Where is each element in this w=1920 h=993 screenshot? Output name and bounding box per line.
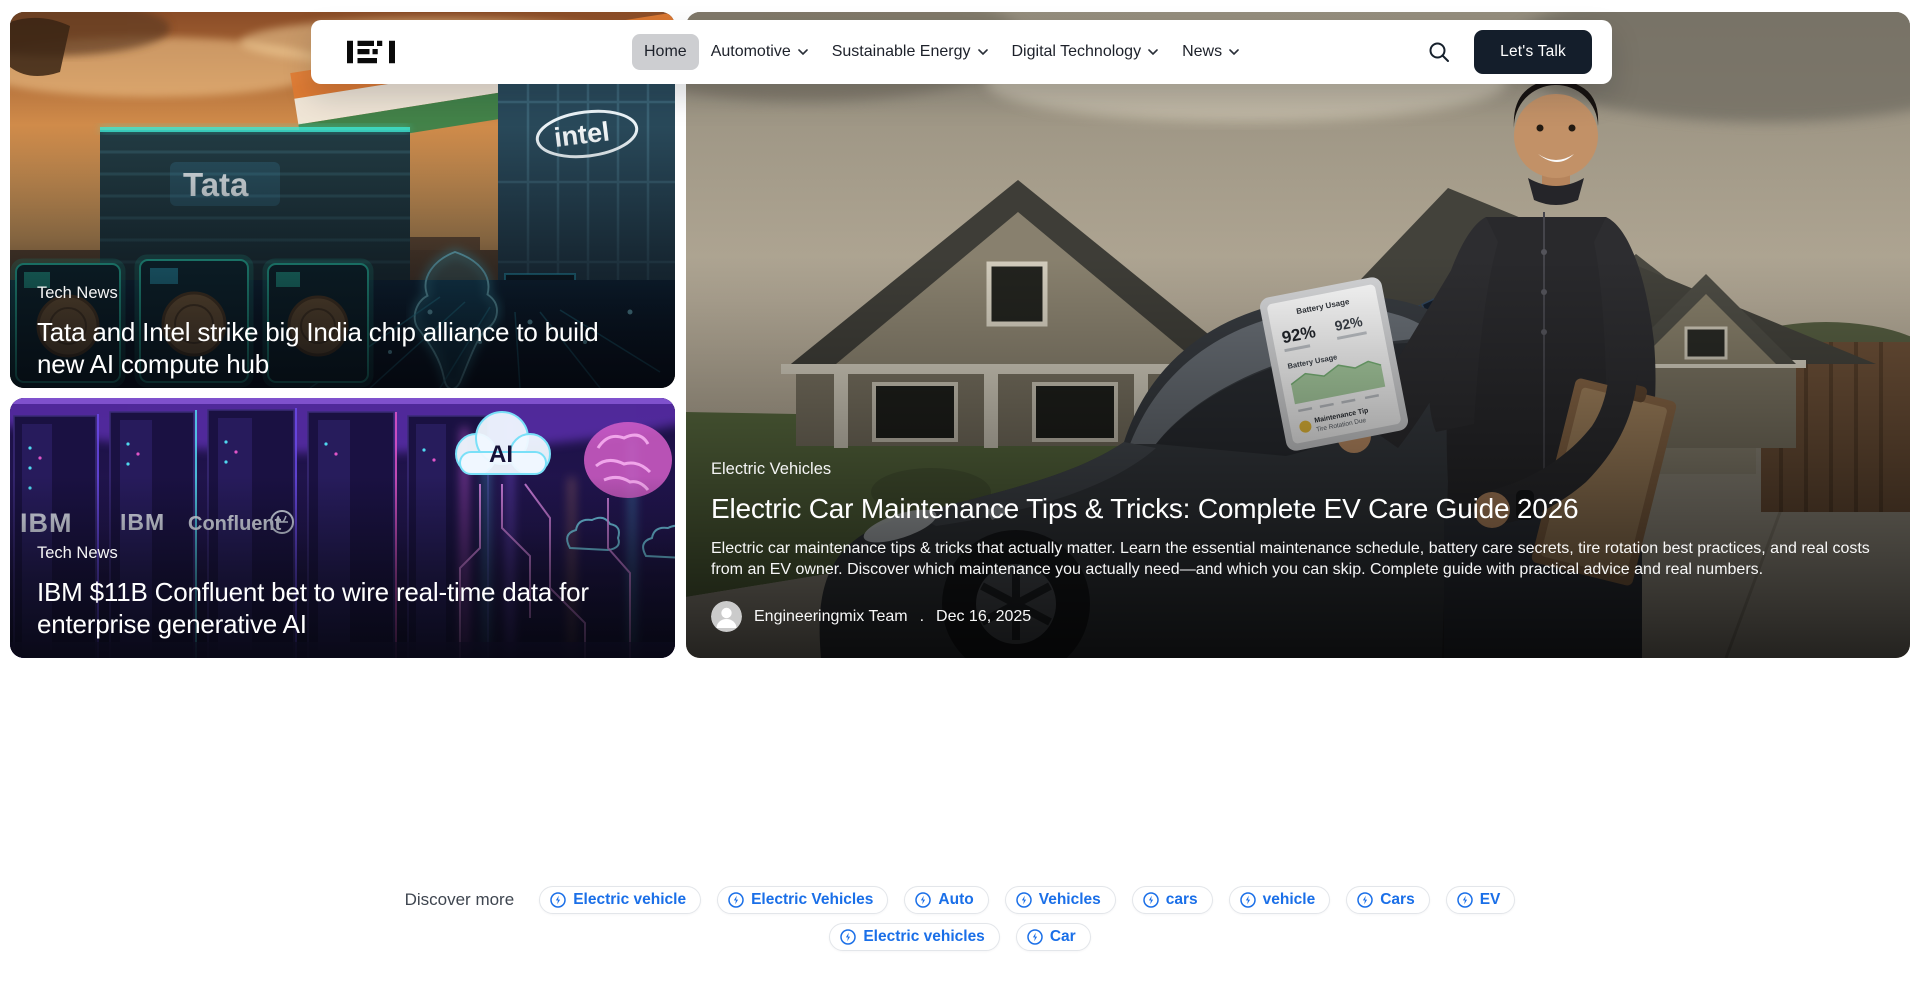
article-card-ibm-confluent[interactable]: AI IBM [10, 398, 675, 658]
discover-more-section: Discover more Electric vehicle Electric … [0, 886, 1920, 951]
card-title: Tata and Intel strike big India chip all… [37, 316, 649, 380]
bolt-circle-icon [1027, 929, 1043, 945]
nav-item-label: Home [644, 43, 687, 61]
bolt-circle-icon [1357, 892, 1373, 908]
bolt-circle-icon [728, 892, 744, 908]
tag-pill-electric-vehicle[interactable]: Electric vehicle [539, 886, 701, 914]
author-row: Engineeringmix Team . Dec 16, 2025 [711, 601, 1884, 632]
tag-pill-electric-vehicles[interactable]: Electric Vehicles [717, 886, 888, 914]
tag-label: cars [1166, 891, 1198, 909]
tag-pill-cars-lower[interactable]: cars [1132, 886, 1213, 914]
bolt-circle-icon [915, 892, 931, 908]
tag-pill-electric-vehicles-lower[interactable]: Electric vehicles [829, 923, 1000, 951]
card-title: Electric Car Maintenance Tips & Tricks: … [711, 492, 1884, 526]
tag-pill-auto[interactable]: Auto [904, 886, 988, 914]
nav-item-label: Digital Technology [1012, 43, 1142, 61]
chevron-down-icon [1148, 49, 1158, 55]
chevron-down-icon [1229, 49, 1239, 55]
main-menu: Home Automotive Sustainable Energy Digit… [632, 34, 1251, 70]
card-description: Electric car maintenance tips & tricks t… [711, 538, 1884, 580]
tag-label: Cars [1380, 891, 1414, 909]
card-category: Tech News [37, 284, 649, 303]
card-category: Tech News [37, 544, 649, 563]
tag-pill-vehicle[interactable]: vehicle [1229, 886, 1331, 914]
card-text-block: Tech News Tata and Intel strike big Indi… [37, 284, 649, 380]
ibm-logo-small: IBM [120, 509, 165, 535]
article-card-ev-maintenance[interactable]: Battery Usage 92% 92% Battery Usage Main… [686, 12, 1910, 658]
bolt-circle-icon [1143, 892, 1159, 908]
tag-label: vehicle [1263, 891, 1316, 909]
tag-label: Electric Vehicles [751, 891, 873, 909]
bolt-circle-icon [840, 929, 856, 945]
avatar [711, 601, 742, 632]
bolt-circle-icon [1016, 892, 1032, 908]
lets-talk-button[interactable]: Let's Talk [1474, 30, 1592, 74]
chevron-down-icon [798, 49, 808, 55]
tag-label: Auto [938, 891, 973, 909]
tata-logo-text: Tata [183, 166, 249, 203]
tag-label: Car [1050, 928, 1076, 946]
card-title: IBM $11B Confluent bet to wire real-time… [37, 576, 649, 640]
tag-label: Electric vehicles [863, 928, 985, 946]
chevron-down-icon [978, 49, 988, 55]
nav-item-automotive[interactable]: Automotive [699, 34, 820, 70]
card-text-block: Tech News IBM $11B Confluent bet to wire… [37, 544, 649, 640]
person-avatar-icon [711, 601, 742, 632]
top-navbar: Home Automotive Sustainable Energy Digit… [311, 20, 1612, 84]
navbar-right-group: Let's Talk [1426, 30, 1592, 74]
nav-item-sustainable-energy[interactable]: Sustainable Energy [820, 34, 1000, 70]
search-icon [1428, 41, 1450, 63]
card-text-block: Electric Vehicles Electric Car Maintenan… [711, 460, 1884, 632]
tag-label: EV [1480, 891, 1501, 909]
homepage: Tata intel [0, 0, 1920, 993]
tag-label: Electric vehicle [573, 891, 686, 909]
bolt-circle-icon [550, 892, 566, 908]
nav-item-news[interactable]: News [1170, 34, 1251, 70]
author-name[interactable]: Engineeringmix Team [754, 608, 908, 626]
confluent-logo: Confluent [188, 513, 282, 535]
tag-list: Discover more Electric vehicle Electric … [370, 886, 1550, 951]
tag-pill-vehicles[interactable]: Vehicles [1005, 886, 1116, 914]
tag-pill-car[interactable]: Car [1016, 923, 1091, 951]
card-category: Electric Vehicles [711, 460, 1884, 479]
author-date-separator: . [920, 608, 924, 626]
nav-item-home[interactable]: Home [632, 34, 699, 70]
ai-cloud-text: AI [489, 441, 513, 468]
ibm-logo-large: IBM [20, 508, 73, 538]
nav-item-label: Automotive [711, 43, 791, 61]
engineeringmix-logo[interactable] [347, 37, 395, 67]
nav-item-label: News [1182, 43, 1222, 61]
bolt-circle-icon [1240, 892, 1256, 908]
bolt-circle-icon [1457, 892, 1473, 908]
tag-pill-ev[interactable]: EV [1446, 886, 1516, 914]
tag-pill-cars-upper[interactable]: Cars [1346, 886, 1429, 914]
nav-item-digital-technology[interactable]: Digital Technology [1000, 34, 1171, 70]
tag-label: Vehicles [1039, 891, 1101, 909]
nav-item-label: Sustainable Energy [832, 43, 971, 61]
discover-more-label: Discover more [405, 890, 515, 910]
publish-date: Dec 16, 2025 [936, 608, 1031, 626]
search-button[interactable] [1426, 39, 1452, 65]
